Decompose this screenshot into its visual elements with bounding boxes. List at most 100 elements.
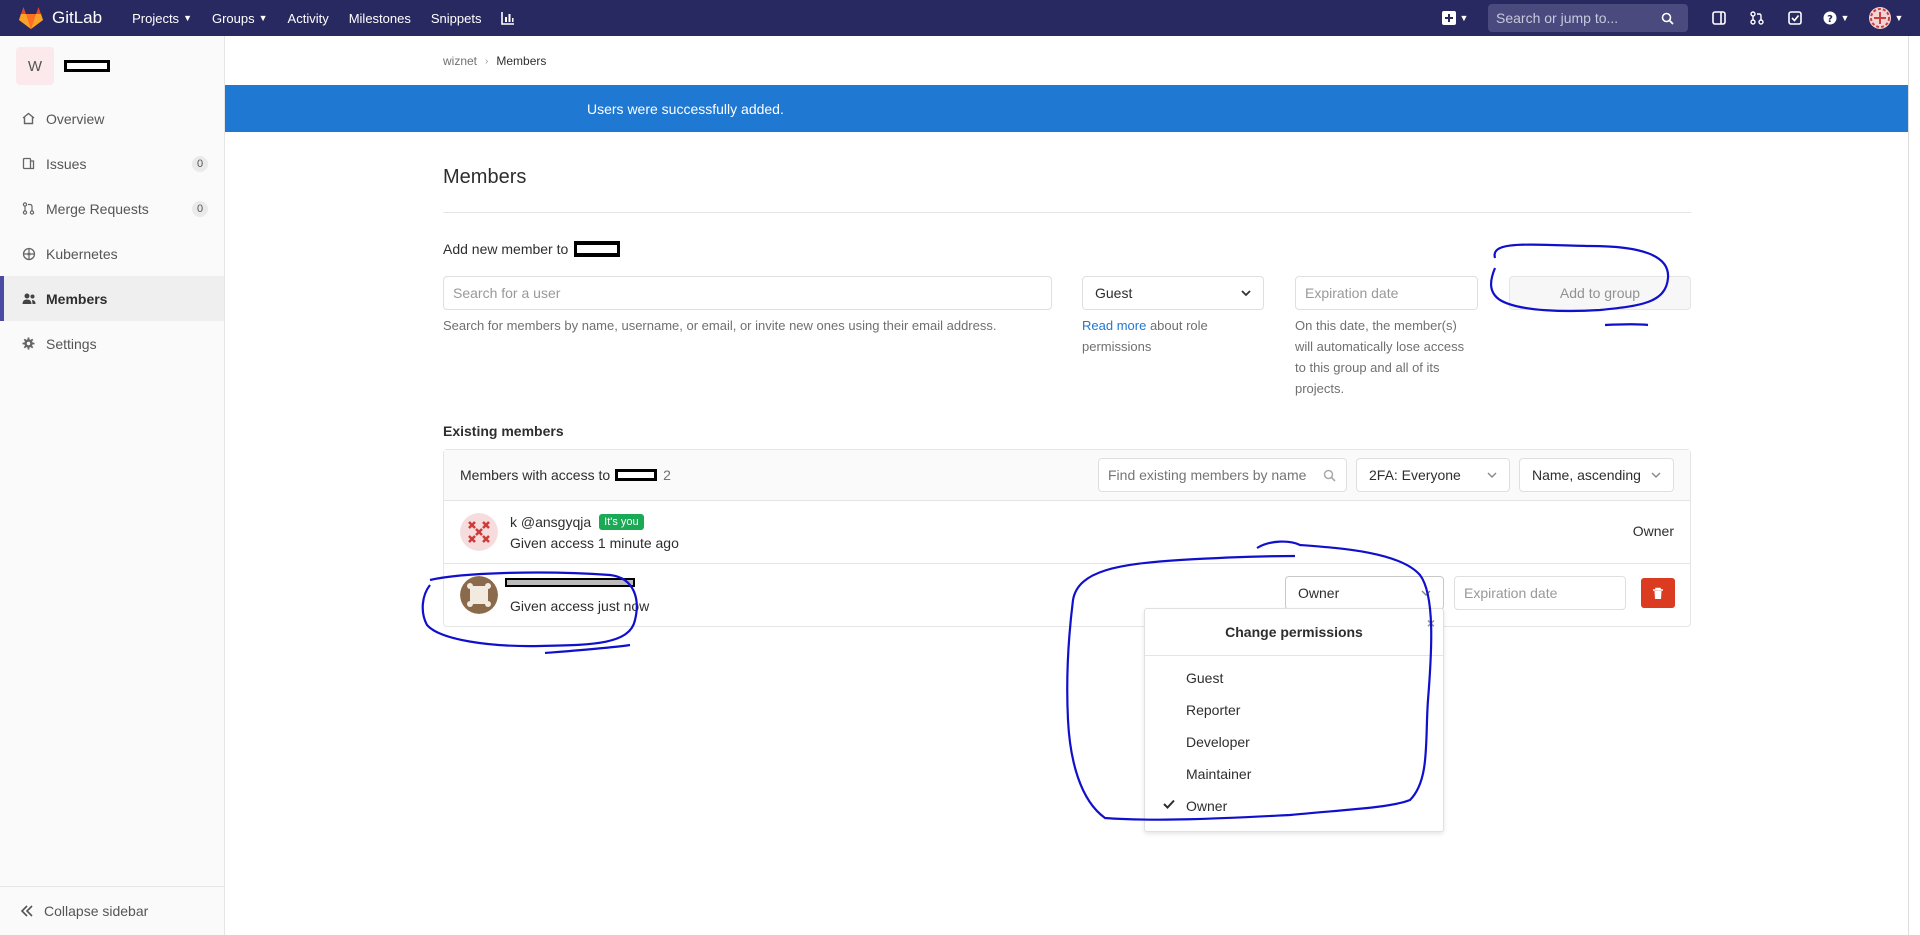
redacted-group-name	[64, 60, 110, 72]
todos-icon[interactable]	[1776, 0, 1814, 36]
member-expiration-input[interactable]	[1454, 576, 1626, 610]
chevron-right-icon: ›	[485, 55, 489, 67]
breadcrumb-parent-link[interactable]: wiznet	[443, 54, 477, 68]
chevron-down-icon: ▼	[1840, 13, 1850, 23]
issues-icon	[22, 157, 36, 170]
flash-message: Users were successfully added.	[587, 100, 784, 117]
global-search-input[interactable]	[1496, 10, 1661, 26]
permission-option-maintainer[interactable]: Maintainer	[1145, 758, 1443, 790]
add-member-label: Add new member to	[443, 241, 621, 257]
member-role-value: Owner	[1298, 585, 1340, 601]
close-icon[interactable]: ×	[1427, 615, 1435, 631]
member-row: Given access just now Owner	[444, 564, 1690, 627]
question-icon: ?	[1823, 11, 1837, 25]
nav-links: Projects ▼ Groups ▼ Activity Milestones Sn…	[132, 0, 535, 36]
sidebar-item-members[interactable]: Members	[0, 276, 224, 321]
sidebar-item-merge-requests[interactable]: Merge Requests 0	[0, 186, 224, 231]
nav-snippets[interactable]: Snippets	[431, 11, 482, 26]
members-panel-header: Members with access to 2 2FA: Everyone N…	[444, 450, 1690, 501]
double-chevron-left-icon	[20, 905, 34, 917]
expiration-help-line: to this group and all of its	[1295, 360, 1440, 375]
twofa-filter-dropdown[interactable]: 2FA: Everyone	[1356, 458, 1510, 492]
role-help-text: about role	[1149, 318, 1208, 333]
expiration-help-line: projects.	[1295, 381, 1345, 396]
change-permissions-dropdown: Change permissions × Guest Reporter Deve…	[1144, 608, 1444, 832]
plus-square-icon	[1441, 11, 1456, 25]
member-avatar[interactable]	[460, 576, 498, 614]
member-filter-box	[1098, 458, 1347, 492]
sidebar-toggle-icon[interactable]	[1700, 0, 1738, 36]
global-search	[1488, 4, 1688, 32]
group-avatar: W	[16, 47, 54, 85]
merge-requests-icon[interactable]	[1738, 0, 1776, 36]
expiration-date-input[interactable]	[1295, 276, 1478, 310]
existing-members-heading: Existing members	[443, 423, 564, 439]
role-help: Read more about role permissions	[1082, 315, 1264, 357]
chevron-down-icon: ▼	[1894, 13, 1904, 23]
kubernetes-icon	[22, 247, 36, 261]
member-access-time: Given access 1 minute ago	[510, 535, 679, 551]
chevron-down-icon: ▼	[258, 13, 268, 23]
members-count: 2	[663, 467, 671, 483]
redacted-member-name	[505, 578, 635, 587]
expiration-help-line: will automatically lose access	[1295, 339, 1465, 354]
sidebar-item-label: Overview	[46, 110, 105, 127]
member-role-dropdown[interactable]: Owner	[1285, 576, 1444, 610]
chart-icon[interactable]	[501, 11, 515, 25]
merge-request-icon	[22, 202, 36, 215]
member-access-time: Given access just now	[510, 598, 650, 614]
permission-option-guest[interactable]: Guest	[1145, 662, 1443, 694]
user-avatar-icon	[1868, 7, 1891, 29]
members-panel: Members with access to 2 2FA: Everyone N…	[443, 449, 1691, 627]
chevron-down-icon	[1487, 472, 1497, 478]
nav-activity[interactable]: Activity	[288, 11, 329, 26]
sidebar-group-header[interactable]: W	[0, 36, 224, 96]
search-user-help: Search for members by name, username, or…	[443, 318, 997, 333]
help-dropdown[interactable]: ? ▼	[1814, 0, 1858, 36]
page-right-edge	[1908, 36, 1920, 935]
read-more-link[interactable]: Read more	[1082, 318, 1146, 333]
nav-milestones[interactable]: Milestones	[349, 11, 411, 26]
chevron-down-icon	[1241, 289, 1251, 296]
access-level-select[interactable]: Guest	[1082, 276, 1264, 310]
search-icon	[1661, 12, 1674, 25]
group-sidebar: W Overview Issues 0 Merge Requests 0 Kub…	[0, 36, 225, 935]
sidebar-item-label: Members	[46, 290, 108, 307]
permission-option-owner[interactable]: Owner	[1145, 790, 1443, 822]
sidebar-item-kubernetes[interactable]: Kubernetes	[0, 231, 224, 276]
collapse-sidebar-button[interactable]: Collapse sidebar	[0, 886, 225, 935]
its-you-badge: It's you	[599, 514, 644, 530]
sort-dropdown[interactable]: Name, ascending	[1519, 458, 1674, 492]
users-icon	[22, 292, 36, 305]
permissions-option-list: Guest Reporter Developer Maintainer Owne…	[1145, 656, 1443, 822]
page-title: Members	[443, 166, 527, 188]
redacted-group-name	[574, 241, 621, 257]
permission-option-label: Owner	[1186, 798, 1228, 814]
dropdown-title: Change permissions ×	[1145, 609, 1443, 656]
search-user-input[interactable]	[443, 276, 1052, 310]
breadcrumb-current: Members	[496, 54, 547, 68]
user-menu-dropdown[interactable]: ▼	[1858, 0, 1914, 36]
member-avatar[interactable]	[460, 513, 498, 551]
remove-member-button[interactable]	[1641, 578, 1675, 608]
expiration-help: On this date, the member(s) will automat…	[1295, 315, 1495, 399]
twofa-filter-value: 2FA: Everyone	[1369, 467, 1461, 483]
nav-projects-dropdown[interactable]: Projects ▼	[132, 11, 192, 26]
nav-groups-label: Groups	[211, 10, 255, 26]
find-members-input[interactable]	[1108, 467, 1323, 483]
members-header-text: Members with access to	[460, 467, 611, 483]
nav-groups-dropdown[interactable]: Groups ▼	[212, 11, 268, 26]
gitlab-logo[interactable]: GitLab	[18, 0, 102, 36]
title-divider	[443, 212, 1691, 213]
member-name-text[interactable]: k @ansgyqja	[510, 514, 591, 530]
permission-option-developer[interactable]: Developer	[1145, 726, 1443, 758]
permission-option-reporter[interactable]: Reporter	[1145, 694, 1443, 726]
add-to-group-button[interactable]: Add to group	[1509, 276, 1691, 310]
sidebar-item-overview[interactable]: Overview	[0, 96, 224, 141]
sidebar-item-settings[interactable]: Settings	[0, 321, 224, 366]
gitlab-tanuki-icon	[19, 7, 43, 29]
new-plus-dropdown[interactable]: ▼	[1432, 0, 1478, 36]
sidebar-item-issues[interactable]: Issues 0	[0, 141, 224, 186]
search-icon	[1323, 469, 1336, 482]
sidebar-item-label: Settings	[46, 335, 97, 352]
